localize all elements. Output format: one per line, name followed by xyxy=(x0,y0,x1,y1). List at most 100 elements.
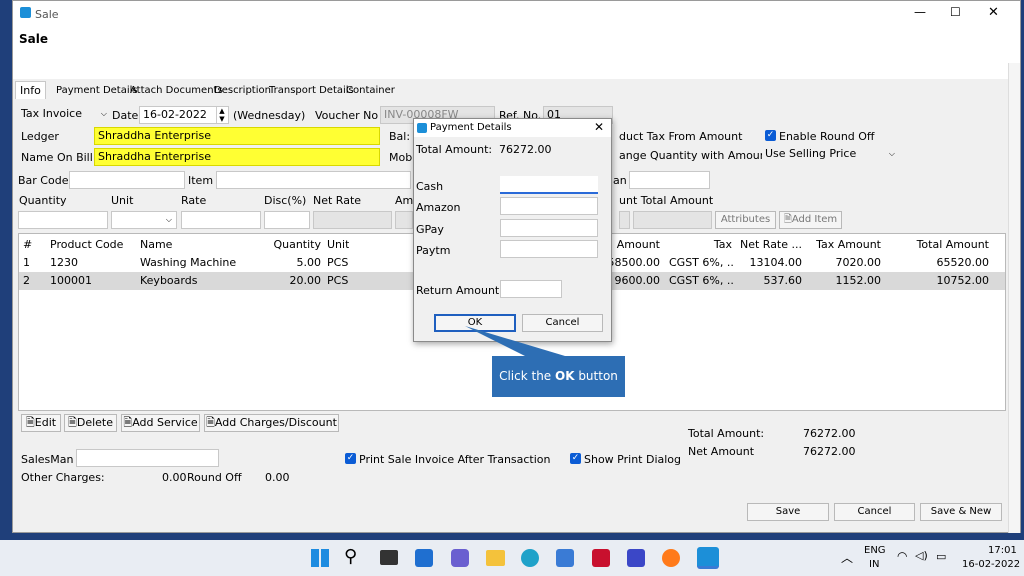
dialog-total-label: Total Amount: xyxy=(416,143,493,156)
cell: CGST 6%, ... xyxy=(669,256,735,269)
show-print-checkbox[interactable]: ✓ xyxy=(570,453,581,464)
search-icon[interactable]: ⚲ xyxy=(344,546,357,567)
lang-top[interactable]: ENG xyxy=(864,545,886,556)
print-invoice-checkbox[interactable]: ✓ xyxy=(345,453,356,464)
firefox-icon[interactable] xyxy=(662,549,680,567)
chevron-down-icon: ⌵ xyxy=(165,215,172,224)
tab-transport-details[interactable]: Transport Details xyxy=(269,85,354,96)
tab-description[interactable]: Description xyxy=(214,85,271,96)
tab-info[interactable]: Info xyxy=(15,81,46,99)
round-off-checkbox[interactable]: ✓ xyxy=(765,130,776,141)
add-charges-button[interactable]: 🗎Add Charges/Discount xyxy=(204,414,339,432)
tab-attach-documents[interactable]: Attach Documents xyxy=(130,85,223,96)
mcafee-icon[interactable] xyxy=(592,549,610,567)
item-field[interactable] xyxy=(216,171,411,189)
callout-prefix: Click the xyxy=(499,369,555,383)
return-amount-input[interactable] xyxy=(500,280,562,298)
minimize-icon[interactable]: — xyxy=(914,5,926,19)
app-icon[interactable] xyxy=(627,549,645,567)
weekday-label: (Wednesday) xyxy=(233,109,306,122)
cell: Washing Machine xyxy=(140,256,237,269)
page-title: Sale xyxy=(19,32,48,46)
cash-input[interactable] xyxy=(500,176,598,194)
total-amount-field-a xyxy=(619,211,630,229)
net-rate-field xyxy=(313,211,392,229)
round-off-footer-label: Round Off xyxy=(187,471,242,484)
col-header: Net Rate ... xyxy=(739,238,802,251)
save-button[interactable]: Save xyxy=(747,503,829,521)
scrollbar[interactable] xyxy=(1008,63,1020,533)
file-explorer-icon[interactable] xyxy=(486,550,505,566)
wifi-icon[interactable]: ◠ xyxy=(897,549,907,563)
instruction-callout: Click the OK button xyxy=(492,356,625,397)
task-view-icon[interactable] xyxy=(380,550,398,565)
amazon-label: Amazon xyxy=(416,201,461,214)
cell: PCS xyxy=(327,256,349,269)
col-header: Tax Amount xyxy=(816,238,881,251)
tab-payment-details[interactable]: Payment Details xyxy=(56,85,138,96)
edge-icon[interactable] xyxy=(521,549,539,567)
delete-button[interactable]: 🗎Delete xyxy=(64,414,117,432)
col-header: Total Amount xyxy=(916,238,989,251)
salesman-label: SalesMan xyxy=(21,453,74,466)
cell: 13104.00 xyxy=(749,256,803,269)
app-logo-icon xyxy=(20,7,31,18)
dialog-close-icon[interactable]: ✕ xyxy=(594,120,604,134)
net-value: 76272.00 xyxy=(803,445,856,458)
battery-icon[interactable]: ▭ xyxy=(936,550,946,563)
date-field[interactable]: 16-02-2022 ▲ ▼ xyxy=(139,106,229,124)
paytm-input[interactable] xyxy=(500,240,598,258)
maximize-icon[interactable]: ☐ xyxy=(950,5,961,19)
ledger-field[interactable]: Shraddha Enterprise xyxy=(94,127,380,145)
clock-time[interactable]: 17:01 xyxy=(988,545,1017,556)
name-on-bill-field[interactable]: Shraddha Enterprise xyxy=(94,148,380,166)
sale-app-taskbar-icon[interactable] xyxy=(697,547,719,569)
quantity-field[interactable] xyxy=(18,211,108,229)
volume-icon[interactable]: ◁) xyxy=(915,549,928,562)
deduct-tax-label: duct Tax From Amount xyxy=(619,130,743,143)
quantity-label: Quantity xyxy=(19,194,67,207)
invoice-type-select[interactable]: Tax Invoice ⌵ xyxy=(18,106,110,124)
widgets-icon[interactable] xyxy=(415,549,433,567)
amazon-input[interactable] xyxy=(500,197,598,215)
save-new-button[interactable]: Save & New xyxy=(920,503,1002,521)
attributes-button[interactable]: Attributes xyxy=(715,211,776,229)
salesman-field[interactable] xyxy=(76,449,219,467)
selling-price-select[interactable]: Use Selling Price ⌵ xyxy=(762,146,899,164)
unit-label: Unit xyxy=(111,194,134,207)
cancel-button[interactable]: Cancel xyxy=(834,503,915,521)
store-icon[interactable] xyxy=(556,549,574,567)
spinner-icon[interactable]: ▲ ▼ xyxy=(216,107,227,123)
chat-icon[interactable] xyxy=(451,549,469,567)
cell: 100001 xyxy=(50,274,92,287)
cell: 1152.00 xyxy=(835,274,882,287)
voucher-label: Voucher No xyxy=(315,109,379,122)
other-charges-label: Other Charges: xyxy=(21,471,105,484)
add-charges-label: Add Charges/Discount xyxy=(214,416,337,429)
total-amount-label: unt Total Amount xyxy=(619,194,714,207)
chevron-down-icon: ⌵ xyxy=(888,149,895,158)
windows-start-icon[interactable] xyxy=(311,549,329,567)
chevron-up-icon[interactable]: ︿ xyxy=(841,549,853,566)
dialog-title-bar: Payment Details ✕ xyxy=(414,119,611,137)
callout-suffix: button xyxy=(574,369,618,383)
cell: 65520.00 xyxy=(936,256,990,269)
rate-field[interactable] xyxy=(181,211,261,229)
change-qty-label: ange Quantity with Amount xyxy=(619,149,772,162)
gpay-input[interactable] xyxy=(500,219,598,237)
clock-date[interactable]: 16-02-2022 xyxy=(962,559,1020,570)
disc-field[interactable] xyxy=(264,211,310,229)
barcode-field[interactable] xyxy=(69,171,185,189)
unit-select[interactable]: ⌵ xyxy=(111,211,177,229)
an-field[interactable] xyxy=(629,171,710,189)
lang-bottom[interactable]: IN xyxy=(869,559,879,570)
chevron-down-icon: ⌵ xyxy=(100,109,107,118)
tab-container[interactable]: Container xyxy=(346,85,395,96)
gpay-label: GPay xyxy=(416,223,444,236)
add-service-button[interactable]: 🗎Add Service xyxy=(121,414,200,432)
cell: 10752.00 xyxy=(936,274,990,287)
edit-button[interactable]: 🗎Edit xyxy=(21,414,61,432)
show-print-label: Show Print Dialog xyxy=(584,453,682,466)
add-item-button[interactable]: 🗎Add Item xyxy=(779,211,842,229)
close-icon[interactable]: ✕ xyxy=(988,5,999,20)
